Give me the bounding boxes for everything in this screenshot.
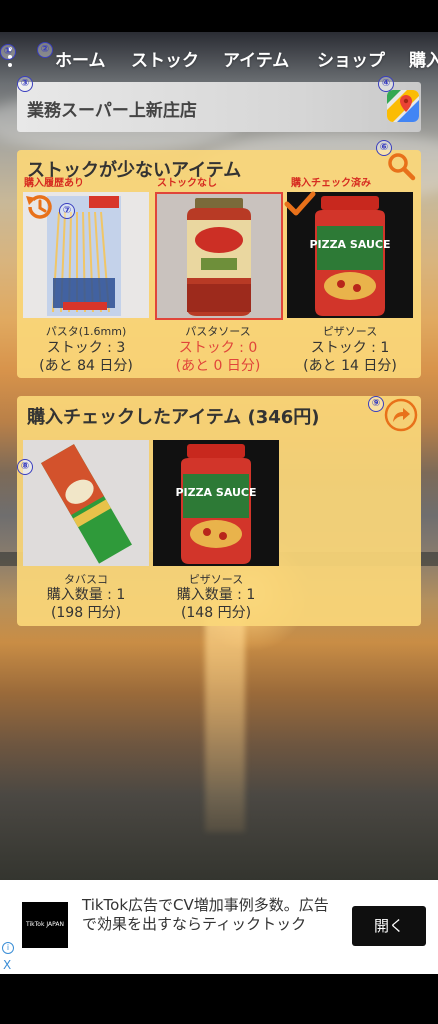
checkmark-icon bbox=[284, 190, 316, 218]
item-price: (198 円分) bbox=[50, 605, 122, 621]
store-selector[interactable]: 業務スーパー上新庄店 bbox=[17, 82, 421, 132]
svg-text:PIZZA SAUCE: PIZZA SAUCE bbox=[309, 238, 390, 251]
search-icon[interactable] bbox=[385, 150, 417, 182]
tag-out-of-stock: ストックなし bbox=[157, 178, 217, 189]
tag-purchase-history: 購入履歴あり bbox=[24, 178, 84, 189]
tab-shop[interactable]: ショップ bbox=[317, 46, 385, 71]
marker-7: ⑦ bbox=[59, 203, 75, 219]
top-nav: ① ② ホーム ストック アイテム ショップ 購入 bbox=[0, 38, 438, 78]
marker-4: ④ bbox=[378, 76, 394, 92]
status-bar bbox=[0, 0, 438, 32]
item-image-tabasco[interactable] bbox=[23, 440, 149, 566]
ad-info-icon[interactable]: i bbox=[2, 942, 14, 954]
item-quantity: 購入数量 : 1 bbox=[176, 587, 256, 603]
tab-home[interactable]: ホーム bbox=[55, 46, 106, 71]
marker-9: ⑨ bbox=[368, 396, 384, 412]
item-image-pizza-sauce[interactable]: PIZZA SAUCE bbox=[153, 440, 279, 566]
svg-text:PIZZA SAUCE: PIZZA SAUCE bbox=[175, 486, 256, 499]
tab-stock[interactable]: ストック bbox=[131, 46, 199, 71]
item-days: (あと 0 日分) bbox=[175, 358, 261, 374]
item-days: (あと 84 日分) bbox=[39, 358, 133, 374]
marker-1: ① bbox=[0, 44, 16, 60]
item-label: タバスコ bbox=[64, 573, 108, 586]
item-label: パスタ(1.6mm) bbox=[45, 325, 127, 338]
tab-purchase[interactable]: 購入 bbox=[409, 46, 438, 71]
tab-items[interactable]: アイテム bbox=[223, 46, 289, 71]
tiktok-logo: TikTok JAPAN bbox=[22, 902, 68, 948]
item-image-pasta-sauce[interactable] bbox=[155, 192, 283, 320]
item-quantity: 購入数量 : 1 bbox=[46, 587, 126, 603]
marker-2: ② bbox=[37, 42, 53, 58]
marker-6: ⑥ bbox=[376, 140, 392, 156]
item-stock: ストック : 3 bbox=[46, 340, 126, 356]
ad-close-icon[interactable]: X bbox=[3, 958, 11, 972]
history-icon[interactable] bbox=[23, 190, 57, 224]
google-maps-icon[interactable] bbox=[387, 90, 419, 122]
ad-text: TikTok広告でCV増加事例多数。広告で効果を出すならティックトック bbox=[82, 896, 329, 933]
item-price: (148 円分) bbox=[180, 605, 252, 621]
marker-8: ⑧ bbox=[17, 459, 33, 475]
share-icon[interactable] bbox=[384, 398, 418, 432]
ad-banner[interactable]: TikTok JAPAN TikTok広告でCV増加事例多数。広告で効果を出すな… bbox=[0, 880, 438, 974]
item-stock: ストック : 0 bbox=[178, 340, 258, 356]
item-label: ピザソース bbox=[188, 573, 244, 586]
tag-purchase-checked: 購入チェック済み bbox=[291, 178, 371, 189]
system-nav-bar bbox=[0, 974, 438, 1024]
store-name: 業務スーパー上新庄店 bbox=[27, 101, 197, 121]
marker-3: ③ bbox=[17, 76, 33, 92]
ad-open-button[interactable]: 開く bbox=[352, 906, 426, 946]
purchase-title: 購入チェックしたアイテム (346円) bbox=[27, 407, 320, 428]
item-label: パスタソース bbox=[185, 325, 251, 338]
item-days: (あと 14 日分) bbox=[303, 358, 397, 374]
item-stock: ストック : 1 bbox=[310, 340, 390, 356]
item-label: ピザソース bbox=[322, 325, 378, 338]
